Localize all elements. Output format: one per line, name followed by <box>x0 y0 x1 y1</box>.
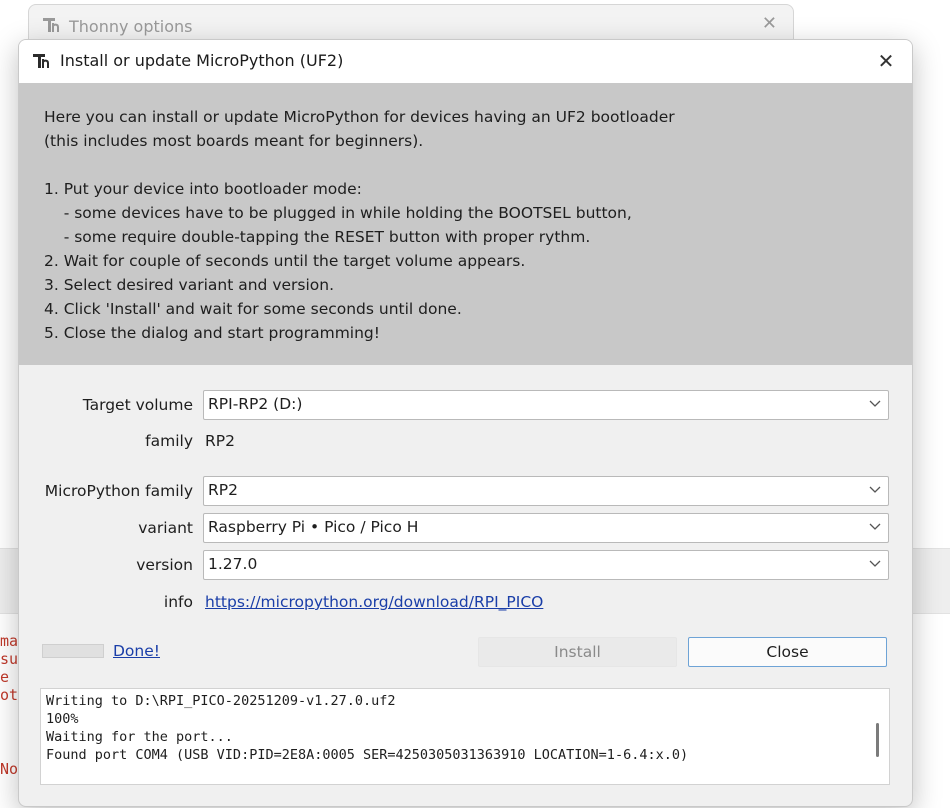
micropython-family-label: MicroPython family <box>44 482 193 500</box>
instruction-line: 2. Wait for couple of seconds until the … <box>44 252 526 270</box>
output-log[interactable]: Writing to D:\RPI_PICO-20251209-v1.27.0.… <box>40 688 890 785</box>
background-code-line: ot <box>0 686 19 704</box>
log-line: 100% <box>46 711 79 727</box>
dialog-title: Install or update MicroPython (UF2) <box>60 51 344 70</box>
version-label: version <box>136 556 193 574</box>
done-link[interactable]: Done! <box>113 642 160 660</box>
close-button[interactable]: Close <box>688 637 887 667</box>
chevron-down-icon <box>869 523 881 530</box>
instruction-line: Here you can install or update MicroPyth… <box>44 108 675 126</box>
thonny-logo-icon <box>43 18 59 32</box>
instruction-line: (this includes most boards meant for beg… <box>44 132 424 150</box>
background-code-line: ma <box>0 632 19 650</box>
close-icon[interactable]: ✕ <box>870 46 902 76</box>
target-volume-select[interactable]: RPI-RP2 (D:) <box>203 390 889 420</box>
info-label: info <box>163 593 193 611</box>
info-link[interactable]: https://micropython.org/download/RPI_PIC… <box>205 593 543 611</box>
variant-select[interactable]: Raspberry Pi • Pico / Pico H <box>203 513 889 543</box>
instruction-line: 5. Close the dialog and start programmin… <box>44 324 380 342</box>
instruction-line: 1. Put your device into bootloader mode: <box>44 180 362 198</box>
background-code-line: su <box>0 650 19 668</box>
instruction-line: 3. Select desired variant and version. <box>44 276 335 294</box>
log-line: Waiting for the port... <box>46 729 233 745</box>
instruction-line: 4. Click 'Install' and wait for some sec… <box>44 300 462 318</box>
micropython-family-value: RP2 <box>208 481 238 499</box>
dialog-titlebar: Install or update MicroPython (UF2) ✕ <box>19 40 912 83</box>
variant-label: variant <box>138 519 193 537</box>
log-scrollbar[interactable] <box>876 723 879 757</box>
target-volume-value: RPI-RP2 (D:) <box>208 395 303 413</box>
background-window-title: Thonny options <box>69 17 193 36</box>
install-button[interactable]: Install <box>478 637 677 667</box>
chevron-down-icon <box>869 400 881 407</box>
instruction-line: - some require double-tapping the RESET … <box>44 228 591 246</box>
version-value: 1.27.0 <box>208 555 258 573</box>
progress-bar <box>42 644 104 658</box>
chevron-down-icon <box>869 486 881 493</box>
variant-value: Raspberry Pi • Pico / Pico H <box>208 518 419 536</box>
background-close-icon[interactable]: ✕ <box>762 13 777 34</box>
log-line: Found port COM4 (USB VID:PID=2E8A:0005 S… <box>46 747 689 763</box>
background-code-line: No <box>0 760 19 778</box>
install-micropython-dialog: Install or update MicroPython (UF2) ✕ He… <box>18 39 913 807</box>
background-code-line: e <box>0 668 10 686</box>
thonny-logo-icon <box>33 54 49 68</box>
version-select[interactable]: 1.27.0 <box>203 550 889 580</box>
instructions-panel: Here you can install or update MicroPyth… <box>19 83 912 365</box>
target-volume-label: Target volume <box>82 396 193 414</box>
instruction-line: - some devices have to be plugged in whi… <box>44 204 632 222</box>
family-label: family <box>145 432 193 450</box>
log-line: Writing to D:\RPI_PICO-20251209-v1.27.0.… <box>46 693 396 709</box>
family-value: RP2 <box>205 432 235 450</box>
chevron-down-icon <box>869 560 881 567</box>
micropython-family-select[interactable]: RP2 <box>203 476 889 506</box>
